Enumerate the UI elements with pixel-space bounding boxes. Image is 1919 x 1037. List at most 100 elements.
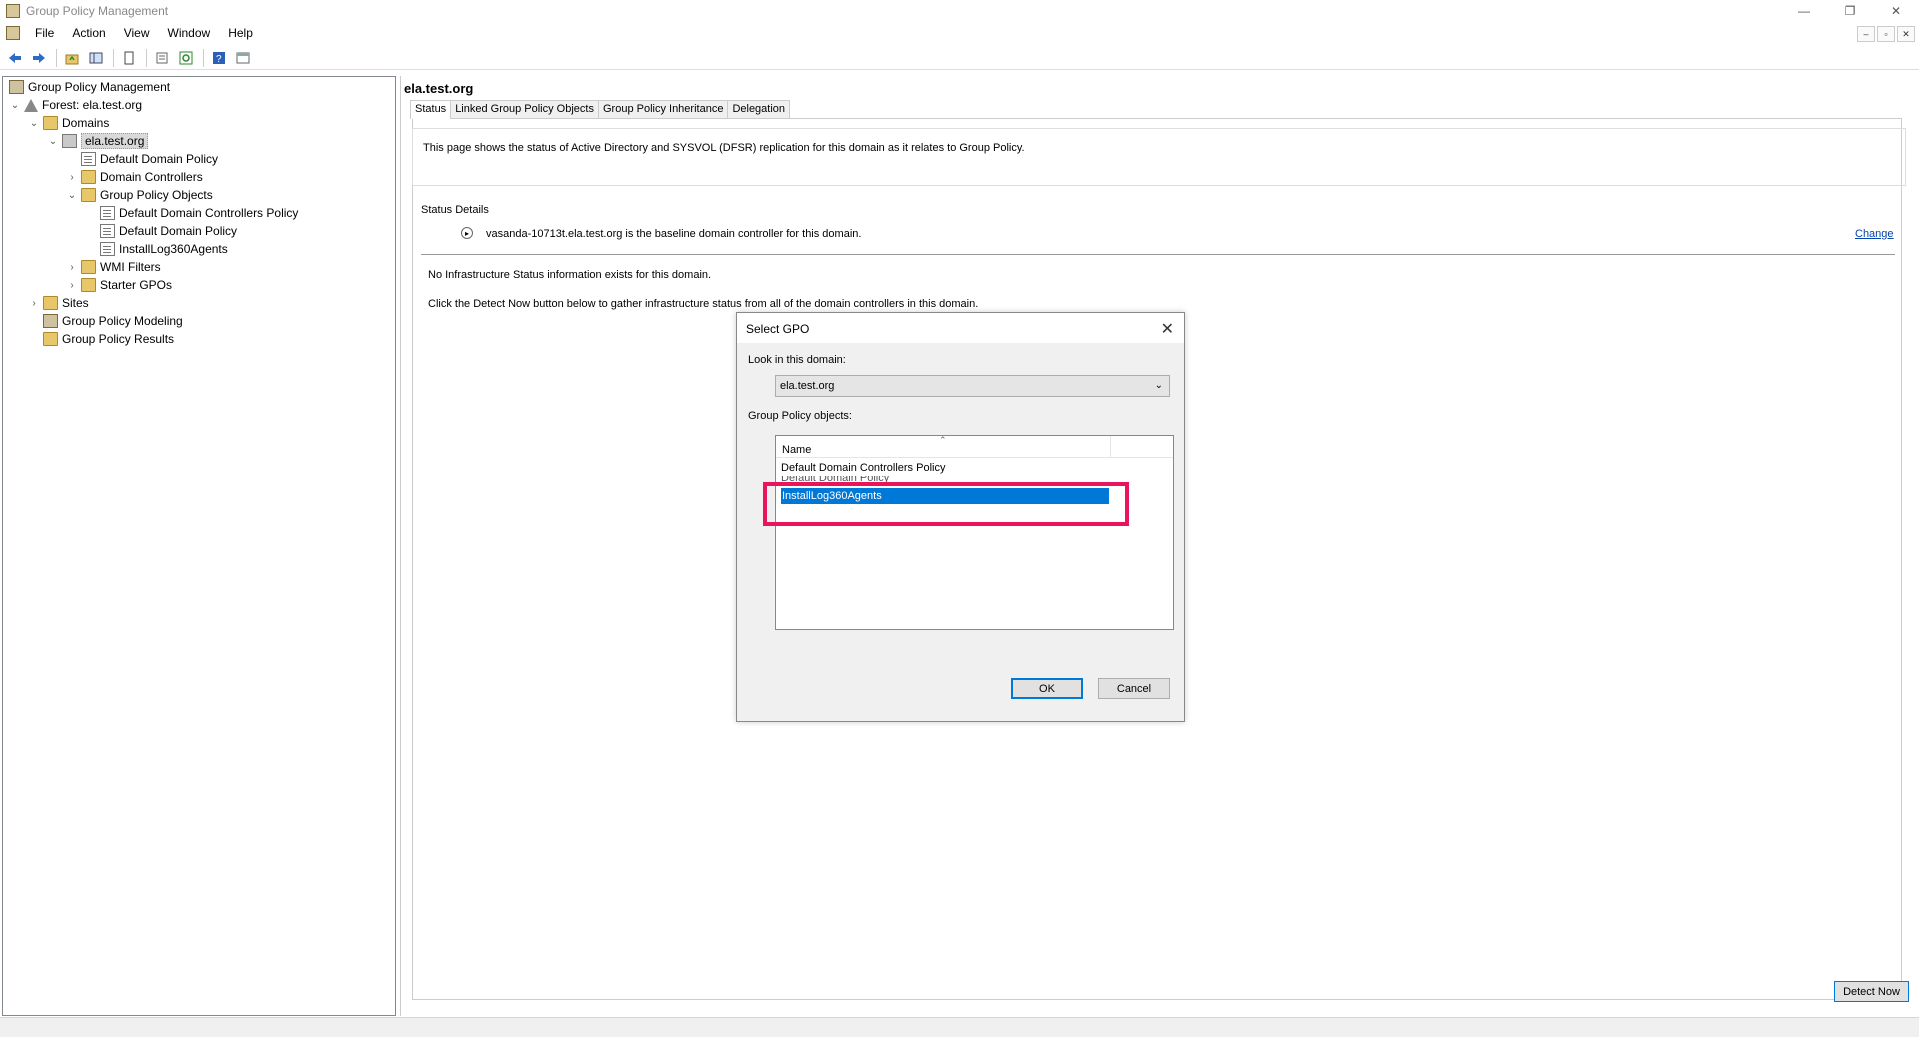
tree-label: Sites (62, 296, 89, 310)
tree-item-gpo[interactable]: InstallLog360Agents (100, 240, 228, 258)
expanded-chevron-icon[interactable]: ⌄ (9, 99, 21, 111)
gpo-icon (100, 224, 115, 238)
tree-item-domain[interactable]: ⌄ ela.test.org (47, 132, 149, 150)
tree-item-gpo[interactable]: Default Domain Controllers Policy (100, 204, 298, 222)
tree-item-default-domain-policy-link[interactable]: Default Domain Policy (81, 150, 218, 168)
window-title: Group Policy Management (26, 4, 169, 18)
expanded-chevron-icon[interactable]: ⌄ (28, 117, 40, 129)
gpo-folder-icon (81, 188, 96, 202)
up-folder-icon[interactable] (61, 47, 83, 69)
collapsed-chevron-icon[interactable]: › (66, 261, 78, 273)
tab-linked-gpos[interactable]: Linked Group Policy Objects (450, 100, 599, 118)
ok-button[interactable]: OK (1011, 678, 1083, 699)
mdi-system-icon[interactable] (6, 26, 20, 40)
info-text: This page shows the status of Active Dir… (423, 142, 1025, 154)
tree-label: InstallLog360Agents (119, 242, 228, 256)
properties-icon[interactable] (118, 47, 140, 69)
expanded-chevron-icon[interactable]: ⌄ (66, 189, 78, 201)
svg-text:?: ? (216, 54, 222, 65)
detect-instructions-text: Click the Detect Now button below to gat… (428, 298, 979, 310)
help-icon[interactable]: ? (208, 47, 230, 69)
tree-label: Domain Controllers (100, 170, 203, 184)
toolbar-separator (56, 48, 57, 67)
expanded-chevron-icon[interactable]: ⌄ (47, 135, 59, 147)
gpo-list[interactable]: ⌃ Name Default Domain Controllers Policy… (775, 435, 1174, 630)
gpo-link-icon (81, 152, 96, 166)
tree-label: Domains (62, 116, 110, 130)
dialog-titlebar: Select GPO ✕ (737, 313, 1184, 343)
tree-label: Starter GPOs (100, 278, 173, 292)
column-divider[interactable] (1110, 436, 1111, 458)
console-tree: Group Policy Management ⌄ Forest: ela.te… (2, 76, 396, 1016)
toolbar-separator (146, 48, 147, 67)
menu-view[interactable]: View (115, 23, 159, 43)
window-titlebar: Group Policy Management — ❐ ✕ (0, 0, 1919, 22)
toolbar-separator (203, 48, 204, 67)
export-icon[interactable] (151, 47, 173, 69)
tab-strip: Status Linked Group Policy Objects Group… (410, 100, 791, 119)
expand-arrow-icon[interactable]: ▸ (461, 227, 473, 239)
ou-folder-icon (81, 170, 96, 184)
column-header-name[interactable]: Name (782, 444, 811, 456)
sort-ascending-icon: ⌃ (939, 435, 947, 445)
select-gpo-dialog: Select GPO ✕ Look in this domain: ela.te… (736, 312, 1185, 722)
status-details-title: Status Details (421, 204, 489, 216)
collapsed-chevron-icon[interactable]: › (28, 297, 40, 309)
tree-label: Group Policy Results (62, 332, 175, 346)
dialog-title: Select GPO (746, 322, 810, 336)
domain-select[interactable]: ela.test.org ⌄ (775, 375, 1170, 397)
tab-status[interactable]: Status (410, 100, 452, 119)
detect-now-button[interactable]: Detect Now (1834, 981, 1909, 1002)
tree-label: Group Policy Management (28, 80, 171, 94)
gpm-icon (9, 80, 24, 94)
back-icon[interactable] (4, 47, 26, 69)
tree-item-forest[interactable]: ⌄ Forest: ela.test.org (9, 96, 142, 114)
tab-delegation[interactable]: Delegation (727, 100, 791, 118)
change-link[interactable]: Change (1855, 228, 1894, 240)
collapsed-chevron-icon[interactable]: › (66, 171, 78, 183)
divider (421, 254, 1895, 255)
cancel-button[interactable]: Cancel (1098, 678, 1170, 699)
tree-item-gpo[interactable]: Default Domain Policy (100, 222, 237, 240)
domain-select-value: ela.test.org (780, 380, 835, 392)
forward-icon[interactable] (28, 47, 50, 69)
close-button[interactable]: ✕ (1873, 0, 1919, 22)
baseline-dc-text: vasanda-10713t.ela.test.org is the basel… (486, 228, 862, 240)
tab-gp-inheritance[interactable]: Group Policy Inheritance (597, 100, 729, 118)
mdi-close-button[interactable]: ✕ (1897, 26, 1915, 42)
tree-item-wmi-filters[interactable]: › WMI Filters (66, 258, 161, 276)
tree-item-domain-controllers[interactable]: › Domain Controllers (66, 168, 203, 186)
tree-label: Default Domain Policy (100, 152, 219, 166)
list-header: ⌃ Name (776, 435, 1173, 458)
mdi-minimize-button[interactable]: – (1857, 26, 1875, 42)
tree-item-domains[interactable]: ⌄ Domains (28, 114, 109, 132)
list-item[interactable]: Default Domain Controllers Policy (781, 460, 945, 476)
tree-item-root[interactable]: Group Policy Management (9, 78, 170, 96)
close-icon[interactable]: ✕ (1161, 319, 1174, 339)
restore-button[interactable]: ❐ (1827, 0, 1873, 22)
tree-item-starter-gpos[interactable]: › Starter GPOs (66, 276, 172, 294)
tree-item-results[interactable]: Group Policy Results (43, 330, 174, 348)
mdi-controls: – ▫ ✕ (1857, 26, 1915, 42)
show-hide-tree-icon[interactable] (85, 47, 107, 69)
gpo-list-label: Group Policy objects: (748, 410, 852, 422)
menu-action[interactable]: Action (63, 23, 114, 43)
tree-item-sites[interactable]: › Sites (28, 294, 89, 312)
tree-item-modeling[interactable]: Group Policy Modeling (43, 312, 183, 330)
window-controls: — ❐ ✕ (1781, 0, 1919, 22)
menu-file[interactable]: File (26, 23, 63, 43)
no-info-text: No Infrastructure Status information exi… (428, 269, 712, 281)
tree-item-gpo-folder[interactable]: ⌄ Group Policy Objects (66, 186, 213, 204)
collapsed-chevron-icon[interactable]: › (66, 279, 78, 291)
console-icon[interactable] (232, 47, 254, 69)
tree-label: Default Domain Controllers Policy (119, 206, 299, 220)
wmi-folder-icon (81, 260, 96, 274)
menu-window[interactable]: Window (159, 23, 220, 43)
refresh-icon[interactable] (175, 47, 197, 69)
mdi-restore-button[interactable]: ▫ (1877, 26, 1895, 42)
tree-label: Forest: ela.test.org (42, 98, 143, 112)
minimize-button[interactable]: — (1781, 0, 1827, 22)
domains-folder-icon (43, 116, 58, 130)
starter-folder-icon (81, 278, 96, 292)
menu-help[interactable]: Help (219, 23, 262, 43)
